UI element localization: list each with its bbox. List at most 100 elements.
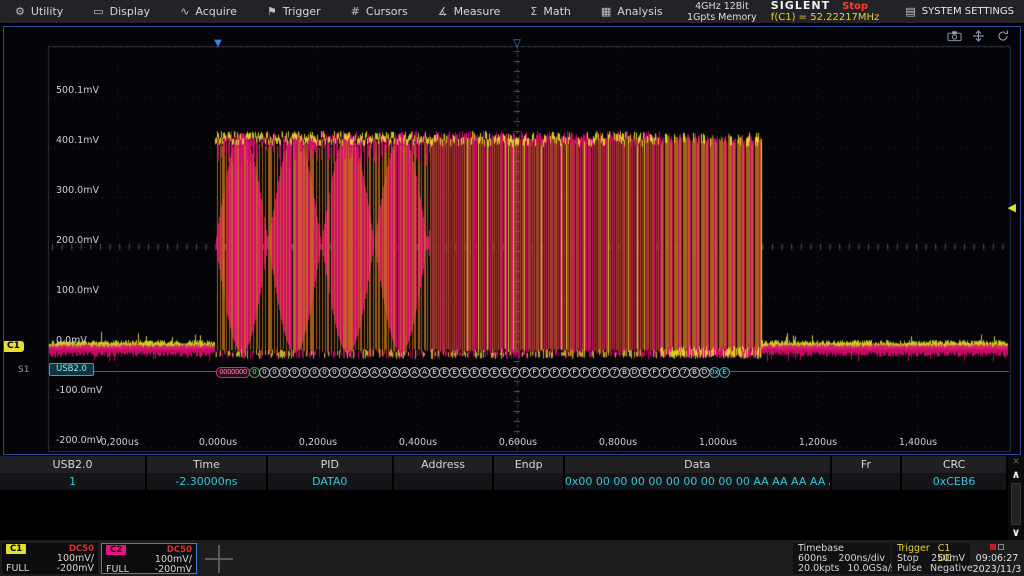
table-column-header: PID xyxy=(267,456,393,473)
table-column-header: Fr xyxy=(831,456,901,473)
menu-item-label: Display xyxy=(110,5,151,18)
decode-result-table: USB2.0TimePIDAddressEndpDataFrCRCError 1… xyxy=(0,456,1008,540)
trigger-icon: ⚑ xyxy=(267,6,277,17)
menu-item-math[interactable]: ΣMath xyxy=(515,0,585,23)
display-icon: ▭ xyxy=(93,6,103,17)
time-tick-label: 0,400us xyxy=(399,437,437,448)
trigger-level-marker[interactable]: ◀ xyxy=(1008,202,1016,213)
channel-box-c1[interactable]: C1DC50100mV/FULL-200mV xyxy=(2,543,98,574)
brand-logo: SIGLENT xyxy=(771,0,830,11)
scope-specs: 4GHz 12Bit 1Gpts Memory xyxy=(687,1,771,23)
time-tick-label: 1,000us xyxy=(699,437,737,448)
close-icon[interactable]: ✕ xyxy=(1012,456,1020,468)
channel-badge: C2 xyxy=(106,545,126,555)
table-cell xyxy=(393,473,494,490)
scroll-down-icon[interactable]: ∨ xyxy=(1012,526,1021,540)
voltage-tick-label: 500.1mV xyxy=(56,85,99,96)
rotate-icon[interactable] xyxy=(995,30,1010,42)
menu-item-cursors[interactable]: # Cursors xyxy=(336,0,423,23)
brand-block: SIGLENT Stop f(C1) = 52.22217MHz xyxy=(771,0,892,23)
horizontal-reference-marker[interactable]: ▽ xyxy=(513,39,521,49)
acquisition-status: Stop xyxy=(842,1,868,12)
system-settings-button[interactable]: ▤ SYSTEM SETTINGS xyxy=(891,0,1024,23)
table-header-row: USB2.0TimePIDAddressEndpDataFrCRCError xyxy=(0,456,1007,473)
table-column-header: USB2.0 xyxy=(0,456,146,473)
time-tick-label: 0,600us xyxy=(499,437,537,448)
menu-item-trigger[interactable]: ⚑ Trigger xyxy=(252,0,336,23)
menu-item-utility[interactable]: ⚙ Utility xyxy=(0,0,78,23)
table-cell: -2.30000ns xyxy=(146,473,267,490)
table-column-header: Data xyxy=(564,456,831,473)
time-tick-label: 0,000us xyxy=(199,437,237,448)
menu-bar-items: ⚙ Utility ▭ Display ∿ Acquire ⚑ Trigger # Cursors… xyxy=(0,0,678,23)
plot-toolbar xyxy=(947,30,1010,42)
table-column-header: Time xyxy=(146,456,267,473)
analysis-icon: ▦ xyxy=(601,6,611,17)
menu-bar: ⚙ Utility ▭ Display ∿ Acquire ⚑ Trigger # Cursors… xyxy=(0,0,1024,24)
waveform-display-area: ▼ ▽ ◀ C1 S1 USB2.0 00000000000000000AAAA… xyxy=(3,26,1021,455)
voltage-tick-label: 200.0mV xyxy=(56,235,99,246)
channel-offset-marker[interactable]: C1 xyxy=(4,341,24,352)
menu-item-analysis[interactable]: ▦ Analysis xyxy=(586,0,678,23)
cursors-icon: # xyxy=(351,6,360,17)
specs-bandwidth: 4GHz 12Bit xyxy=(687,1,757,12)
menu-item-label: Acquire xyxy=(195,5,236,18)
table-cell: 0xCEB6 xyxy=(901,473,1007,490)
table-cell xyxy=(493,473,563,490)
channel-offset: -200mV xyxy=(155,565,192,575)
channel-box-c2[interactable]: C2DC50100mV/FULL-200mV xyxy=(101,543,197,574)
acquire-icon: ∿ xyxy=(180,6,189,17)
trigger-delay-marker[interactable]: ▼ xyxy=(214,39,222,49)
system-settings-label: SYSTEM SETTINGS xyxy=(922,6,1014,17)
crosshair-icon[interactable] xyxy=(971,30,986,42)
menu-item-label: Trigger xyxy=(283,5,321,18)
channel-bandwidth: FULL xyxy=(106,565,129,575)
voltage-tick-label: 0.0mV xyxy=(56,335,87,346)
menu-item-label: Measure xyxy=(454,5,501,18)
timebase-box[interactable]: Timebase 600ns 200ns/div 20.0kpts 10.0GS… xyxy=(793,543,890,574)
decode-bubbles-row: 00000000000000000AAAAAAAAEEEEEEEEFFFFFFF… xyxy=(216,366,764,378)
bus-protocol-badge[interactable]: USB2.0 xyxy=(49,363,94,376)
time-tick-label: 0,200us xyxy=(299,437,337,448)
scroll-up-icon[interactable]: ∧ xyxy=(1012,468,1021,482)
channel-bandwidth: FULL xyxy=(6,564,29,574)
table-cell: DATA0 xyxy=(267,473,393,490)
timebase-sample-rate: 10.0GSa/s xyxy=(847,564,896,574)
table-column-header: Address xyxy=(393,456,494,473)
menu-item-display[interactable]: ▭ Display xyxy=(78,0,165,23)
measure-icon: ∡ xyxy=(438,6,448,17)
clock-box[interactable]: 09:06:27 2023/11/3 xyxy=(972,542,1022,575)
menu-item-label: Analysis xyxy=(617,5,662,18)
table-cell: 1 xyxy=(0,473,146,490)
voltage-tick-label: 400.1mV xyxy=(56,135,99,146)
table-cell xyxy=(831,473,901,490)
menu-item-label: Cursors xyxy=(366,5,408,18)
channel-offset: -200mV xyxy=(57,564,94,574)
menu-item-label: Math xyxy=(543,5,571,18)
table-column-header: Endp xyxy=(493,456,563,473)
menu-item-measure[interactable]: ∡ Measure xyxy=(423,0,516,23)
system-settings-icon: ▤ xyxy=(905,5,915,18)
camera-icon[interactable] xyxy=(947,30,962,42)
trigger-type: Pulse xyxy=(897,564,922,574)
scrollbar-track[interactable] xyxy=(1011,483,1021,525)
trigger-box[interactable]: Trigger C1 DC Stop 250mV Pulse Negative xyxy=(892,543,970,574)
voltage-tick-label: 300.0mV xyxy=(56,185,99,196)
menu-item-label: Utility xyxy=(31,5,63,18)
serial-bus-marker: S1 xyxy=(18,365,29,375)
menu-item-acquire[interactable]: ∿ Acquire xyxy=(165,0,252,23)
time-tick-label: 0,800us xyxy=(599,437,637,448)
voltage-tick-label: -200.0mV xyxy=(56,435,102,446)
status-cluster: 4GHz 12Bit 1Gpts Memory SIGLENT Stop f(C… xyxy=(687,0,1024,23)
add-channel-button[interactable] xyxy=(205,545,233,573)
voltage-tick-label: 100.0mV xyxy=(56,285,99,296)
table-column-header: CRC xyxy=(901,456,1007,473)
voltage-tick-label: -100.0mV xyxy=(56,385,102,396)
lan-icon xyxy=(990,544,1004,550)
trigger-slope: Negative xyxy=(930,564,973,574)
table-row[interactable]: 1-2.30000nsDATA00x00 00 00 00 00 00 00 0… xyxy=(0,473,1007,490)
utility-icon: ⚙ xyxy=(15,6,25,17)
specs-memory: 1Gpts Memory xyxy=(687,12,757,23)
decode-sync-field: 0000000 xyxy=(216,367,250,378)
decode-crc-byte: E xyxy=(719,367,730,378)
